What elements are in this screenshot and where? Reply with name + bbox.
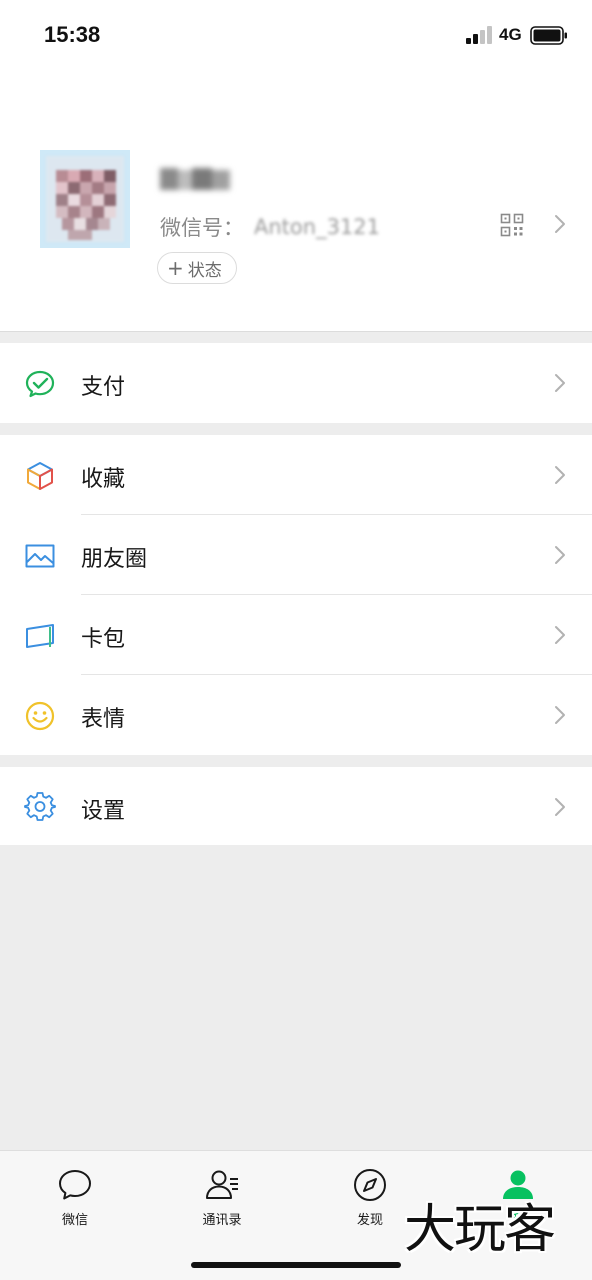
tab-contacts[interactable]: 通讯录 [162, 1165, 282, 1229]
menu-item-label: 收藏 [81, 467, 126, 492]
menu-item-cards[interactable]: 卡包 [0, 595, 592, 675]
profile-name-redacted [160, 168, 230, 190]
chevron-right-icon [555, 798, 565, 816]
signal-bars-icon [466, 26, 492, 44]
chat-bubble-icon [59, 1170, 91, 1200]
wechat-id-row: 微信号： Anton_3121 [160, 212, 380, 242]
smiley-icon [25, 701, 55, 731]
card-wallet-icon [26, 624, 54, 648]
menu-group-services: 收藏 朋友圈 卡包 表情 [0, 435, 592, 755]
compass-icon [354, 1169, 386, 1201]
photo-icon [25, 544, 55, 568]
menu-item-settings[interactable]: 设置 [0, 767, 592, 845]
chevron-right-icon [555, 546, 565, 564]
qr-code-icon[interactable] [500, 213, 524, 237]
menu-item-favorites[interactable]: 收藏 [0, 435, 592, 515]
gear-icon [24, 792, 56, 821]
wechat-id-value: Anton_3121 [254, 215, 381, 239]
add-status-button[interactable]: + 状态 [157, 252, 237, 284]
menu-item-pay[interactable]: 支付 [0, 343, 592, 423]
avatar[interactable] [40, 150, 130, 248]
menu-group-pay: 支付 [0, 343, 592, 423]
tab-label: 通讯录 [202, 1213, 242, 1228]
menu-item-label: 朋友圈 [81, 547, 148, 572]
menu-item-label: 支付 [81, 375, 126, 400]
avatar-image [46, 156, 124, 242]
status-button-label: 状态 [187, 260, 222, 281]
menu-group-settings: 设置 [0, 767, 592, 845]
watermark: 大玩客 [404, 1200, 556, 1260]
status-bar: 15:38 4G [0, 0, 592, 70]
wechat-id-label: 微信号： [160, 216, 244, 240]
status-time: 15:38 [44, 22, 101, 47]
chevron-right-icon [555, 466, 565, 484]
profile-header[interactable]: 微信号： Anton_3121 + 状态 [0, 70, 592, 331]
chevron-right-icon [555, 374, 565, 392]
network-label: 4G [499, 25, 522, 44]
cube-icon [27, 462, 53, 490]
chevron-right-icon [555, 706, 565, 724]
menu-item-label: 卡包 [81, 627, 126, 652]
tab-label: 微信 [61, 1213, 88, 1228]
home-indicator[interactable] [191, 1262, 401, 1268]
wechat-pay-icon [25, 370, 55, 398]
section-divider [0, 331, 592, 332]
chevron-right-icon [555, 626, 565, 644]
plus-icon: + [167, 256, 184, 280]
chevron-right-icon[interactable] [551, 213, 569, 235]
battery-icon [530, 26, 567, 45]
menu-item-moments[interactable]: 朋友圈 [0, 515, 592, 595]
menu-item-label: 表情 [81, 707, 126, 732]
person-icon [503, 1170, 533, 1199]
menu-item-stickers[interactable]: 表情 [0, 675, 592, 755]
menu-item-label: 设置 [81, 799, 126, 824]
tab-chats[interactable]: 微信 [15, 1165, 135, 1229]
contacts-icon [206, 1170, 238, 1199]
